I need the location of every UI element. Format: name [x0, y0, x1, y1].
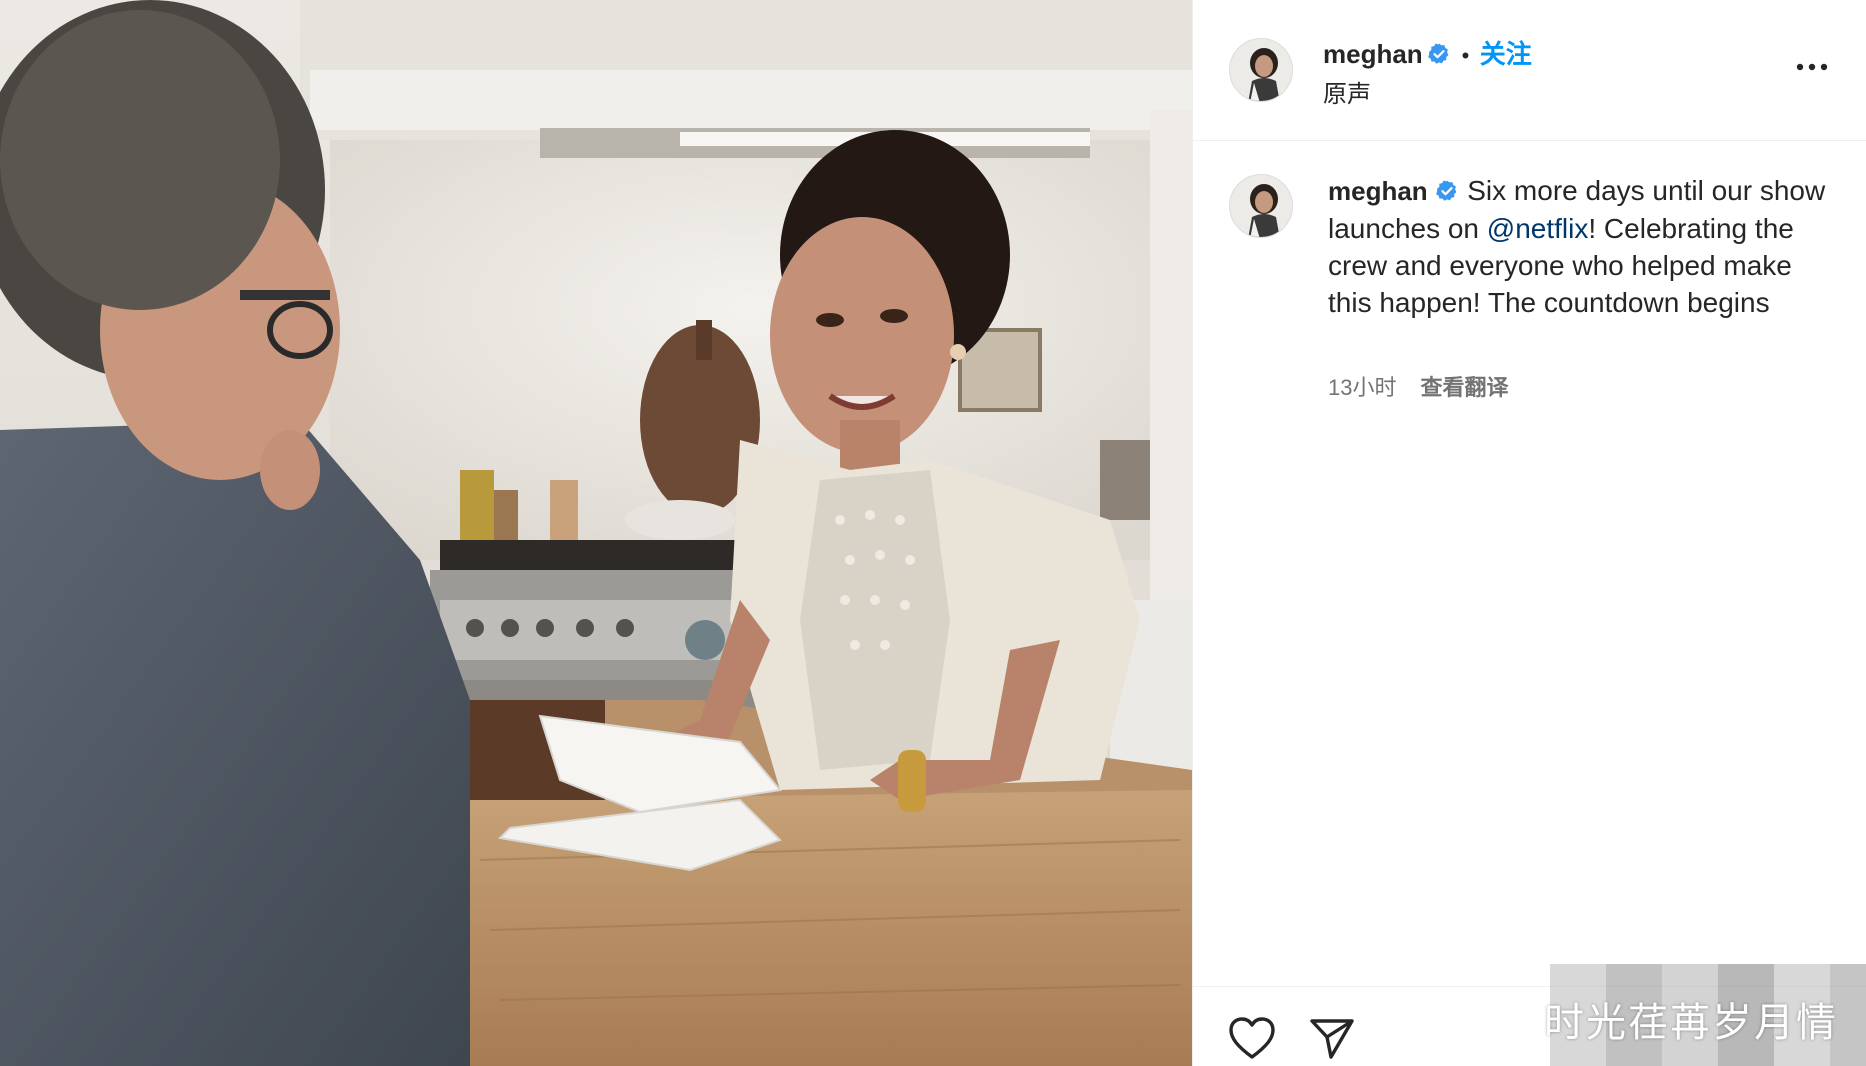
caption-meta: 13小时 查看翻译 — [1328, 370, 1509, 402]
profile-avatar[interactable] — [1229, 38, 1293, 102]
caption-username[interactable]: meghan — [1328, 176, 1428, 206]
original-audio-link[interactable]: 原声 — [1323, 74, 1371, 109]
send-icon[interactable] — [1307, 1015, 1357, 1061]
avatar-image — [1230, 39, 1292, 101]
caption-avatar[interactable] — [1229, 174, 1293, 238]
header-user-line: meghan • 关注 — [1323, 36, 1532, 72]
more-icon[interactable] — [1787, 52, 1837, 82]
netflix-mention-link[interactable]: @netflix — [1487, 213, 1589, 244]
separator-dot: • — [1461, 43, 1470, 68]
caption-text: meghan Six more days until our show laun… — [1328, 172, 1828, 321]
post-time: 13小时 — [1328, 375, 1397, 400]
heart-icon[interactable] — [1227, 1015, 1277, 1061]
see-translation-button[interactable]: 查看翻译 — [1420, 375, 1508, 400]
avatar-image — [1230, 175, 1292, 237]
post-photo[interactable] — [0, 0, 1192, 1066]
verified-badge-icon — [1436, 180, 1457, 201]
post-side-panel: meghan • 关注 原声 meghan Six more days unti… — [1192, 0, 1866, 1066]
kitchen-scene-image — [0, 0, 1192, 1066]
instagram-post-view: meghan • 关注 原声 meghan Six more days unti… — [0, 0, 1866, 1066]
header-username[interactable]: meghan — [1323, 39, 1423, 69]
verified-badge-icon — [1428, 43, 1449, 64]
follow-button[interactable]: 关注 — [1480, 39, 1532, 69]
post-header: meghan • 关注 原声 — [1193, 0, 1866, 141]
watermark-text: 时光荏苒岁月情 — [1544, 1000, 1838, 1046]
